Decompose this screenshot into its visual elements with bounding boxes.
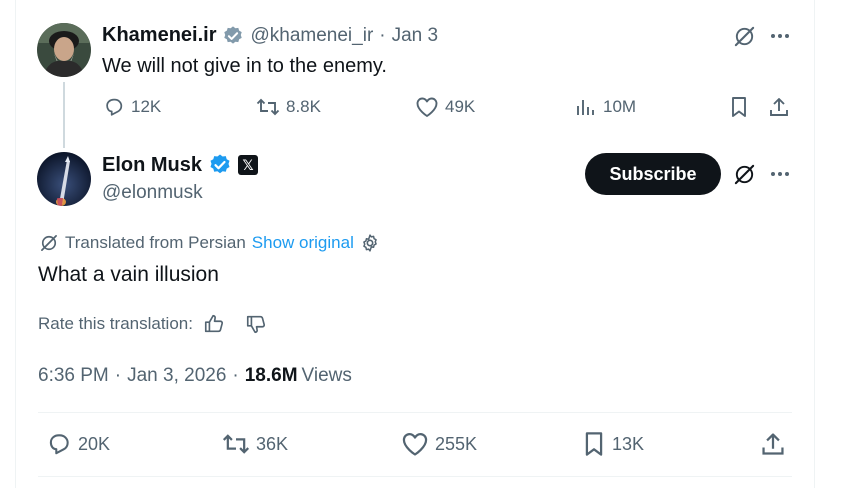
views-count: 18.6M [244, 365, 298, 386]
translated-from-label: Translated from Persian [65, 233, 246, 252]
affiliate-badge[interactable]: 𝕏 [238, 155, 259, 175]
display-name[interactable]: Elon Musk [102, 154, 202, 177]
settings-icon[interactable] [360, 233, 380, 253]
separator: · [379, 24, 386, 46]
reply-icon [103, 96, 125, 118]
reply-icon [46, 431, 72, 457]
main-header: Elon Musk 𝕏 [102, 153, 259, 177]
like-button[interactable]: 49K [415, 96, 475, 118]
tweet-date[interactable]: Jan 3 [392, 25, 438, 47]
reply-count: 12K [131, 97, 162, 116]
bookmark-count: 13K [612, 433, 645, 454]
separator: · [114, 365, 122, 386]
avatar-khamenei[interactable] [37, 23, 91, 77]
bookmark-icon[interactable] [729, 96, 749, 118]
thumbs-down-icon[interactable] [245, 313, 267, 335]
separator: · [232, 365, 239, 386]
verified-badge-icon [222, 25, 244, 47]
views-count: 10M [603, 97, 637, 116]
handle[interactable]: @khamenei_ir [250, 25, 373, 47]
like-icon [401, 431, 429, 457]
more-icon[interactable] [769, 27, 791, 45]
share-icon[interactable] [760, 431, 786, 457]
grok-icon[interactable] [733, 163, 756, 186]
divider-bottom [38, 476, 792, 477]
like-icon [415, 96, 439, 118]
verified-badge-icon [208, 153, 232, 177]
retweet-button[interactable]: 36K [222, 431, 288, 457]
retweet-icon [222, 431, 250, 457]
reply-button[interactable]: 20K [46, 431, 110, 457]
rate-translation-row: Rate this translation: [38, 313, 267, 335]
bookmark-button[interactable]: 13K [582, 431, 644, 457]
tweet-date[interactable]: Jan 3, 2026 [127, 365, 226, 387]
views-icon [575, 96, 597, 118]
translation-row: Translated from Persian Show original [39, 233, 380, 253]
show-original-link[interactable]: Show original [252, 233, 354, 253]
grok-icon[interactable] [733, 25, 756, 48]
reply-button[interactable]: 12K [103, 96, 161, 118]
parent-header: Khamenei.ir @khamenei_ir · Jan 3 [102, 24, 438, 47]
like-button[interactable]: 255K [401, 431, 477, 457]
thread-connector [63, 82, 65, 148]
avatar-elon[interactable] [37, 152, 91, 206]
retweet-count: 8.8K [286, 97, 321, 116]
tweet-time[interactable]: 6:36 PM [38, 365, 109, 387]
share-icon[interactable] [768, 96, 790, 118]
display-name[interactable]: Khamenei.ir [102, 24, 216, 47]
subscribe-button[interactable]: Subscribe [585, 153, 721, 195]
views-button[interactable]: 10M [575, 96, 636, 118]
retweet-count: 36K [256, 433, 289, 454]
retweet-button[interactable]: 8.8K [256, 96, 321, 118]
like-count: 255K [435, 433, 478, 454]
more-icon[interactable] [769, 165, 791, 183]
thumbs-up-icon[interactable] [203, 313, 225, 335]
parent-tweet-text: We will not give in to the enemy. [102, 55, 387, 77]
like-count: 49K [445, 97, 476, 116]
divider-top [38, 412, 792, 413]
views-label: Views [301, 365, 352, 386]
translate-icon [39, 233, 59, 253]
reply-count: 20K [78, 433, 111, 454]
rate-translation-label: Rate this translation: [38, 314, 193, 333]
handle[interactable]: @elonmusk [102, 182, 203, 204]
main-tweet-text: What a vain illusion [38, 263, 219, 286]
timestamp-row: 6:36 PM · Jan 3, 2026 · 18.6M Views [38, 365, 352, 387]
retweet-icon [256, 96, 280, 118]
bookmark-icon [582, 431, 606, 457]
